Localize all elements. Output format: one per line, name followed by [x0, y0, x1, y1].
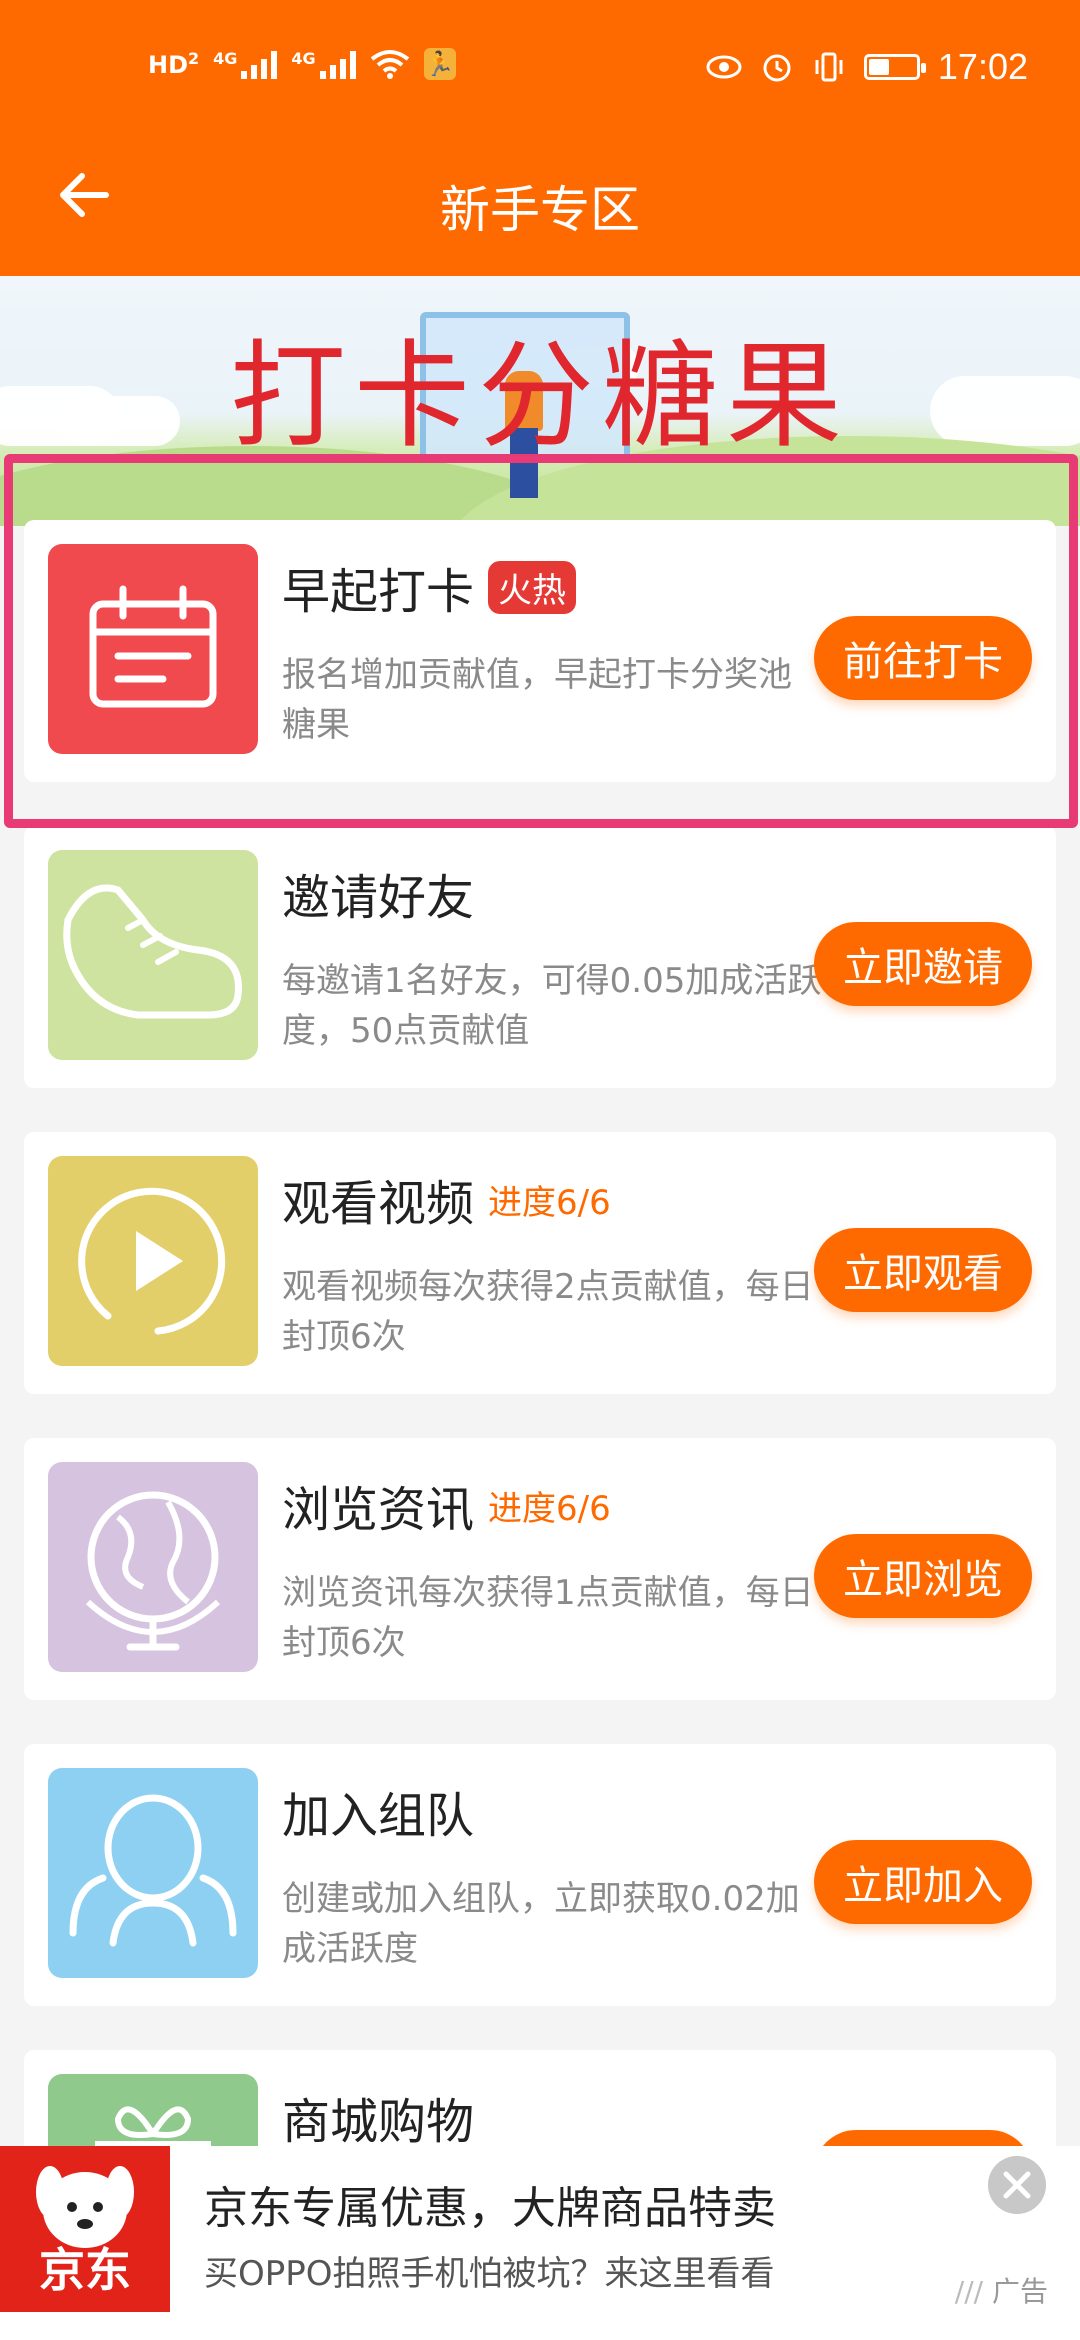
banner: 打卡分糖果: [0, 276, 1080, 526]
join-button[interactable]: 立即加入: [814, 1840, 1032, 1924]
task-title-row: 商城购物: [282, 2082, 474, 2152]
play-circle-icon: [48, 1156, 258, 1366]
task-description: 观看视频每次获得2点贡献值，每日封顶6次: [282, 1267, 814, 1357]
task-title-row: 加入组队: [282, 1776, 474, 1846]
calendar-icon: [48, 544, 258, 754]
status-left: HD2 4G 4G 🏃: [148, 48, 456, 80]
hot-badge: 火热: [488, 560, 577, 614]
task-title: 邀请好友: [282, 870, 475, 926]
alarm-icon: [763, 54, 791, 82]
status-bar: HD2 4G 4G 🏃 17:02: [0, 40, 1080, 92]
status-right: 17:02: [706, 46, 1028, 88]
close-icon[interactable]: [988, 2156, 1046, 2214]
team-icon: [48, 1768, 258, 1978]
watch-button[interactable]: 立即观看: [814, 1228, 1032, 1312]
hd-indicator: HD2: [148, 49, 200, 79]
task-description: 报名增加贡献值，早起打卡分奖池糖果: [282, 655, 792, 745]
invite-button[interactable]: 立即邀请: [814, 922, 1032, 1006]
ad-banner[interactable]: 京东 京东专属优惠，大牌商品特卖 买OPPO拍照手机怕被坑？来这里看看 /// …: [0, 2146, 1080, 2340]
task-title: 加入组队: [282, 1788, 475, 1844]
task-title: 浏览资讯: [282, 1482, 475, 1538]
task-card-checkin: 早起打卡 火热 报名增加贡献值，早起打卡分奖池糖果 前往打卡: [24, 520, 1056, 782]
task-title-row: 浏览资讯 进度6/6: [282, 1470, 611, 1540]
browse-button[interactable]: 立即浏览: [814, 1534, 1032, 1618]
sneaker-icon: [48, 850, 258, 1060]
battery-icon: [863, 54, 926, 80]
ad-mark-icon: ///: [954, 2275, 984, 2308]
top-header: HD2 4G 4G 🏃 17:02 新手专区: [0, 0, 1080, 276]
task-card-invite: 邀请好友 每邀请1名好友，可得0.05加成活跃度，50点贡献值 立即邀请: [24, 826, 1056, 1088]
status-time: 17:02: [937, 46, 1028, 87]
task-title: 商城购物: [282, 2094, 475, 2150]
checkin-button[interactable]: 前往打卡: [814, 616, 1032, 700]
task-card-news: 浏览资讯 进度6/6 浏览资讯每次获得1点贡献值，每日封顶6次 立即浏览: [24, 1438, 1056, 1700]
task-title: 观看视频: [282, 1176, 475, 1232]
ad-subtitle[interactable]: 买OPPO拍照手机怕被坑？来这里看看: [204, 2246, 775, 2295]
jd-logo: 京东: [0, 2146, 170, 2312]
nav-bar: 新手专区: [0, 130, 1080, 260]
banner-title: 打卡分糖果: [230, 329, 850, 464]
ad-title[interactable]: 京东专属优惠，大牌商品特卖: [204, 2172, 776, 2236]
task-title-row: 观看视频 进度6/6: [282, 1164, 611, 1234]
ad-label: /// 广告: [954, 2275, 1048, 2308]
page-title: 新手专区: [440, 181, 640, 239]
signal-2-icon: 4G: [291, 49, 356, 79]
progress-label: 进度6/6: [488, 1182, 611, 1223]
ad-logo-text: 京东: [39, 2243, 131, 2297]
globe-icon: [48, 1462, 258, 1672]
vibrate-icon: [815, 52, 843, 82]
task-title-row: 邀请好友: [282, 858, 474, 928]
task-title-row: 早起打卡 火热: [282, 552, 577, 622]
progress-label: 进度6/6: [488, 1488, 611, 1529]
running-app-icon: 🏃: [423, 48, 456, 80]
task-card-video: 观看视频 进度6/6 观看视频每次获得2点贡献值，每日封顶6次 立即观看: [24, 1132, 1056, 1394]
signal-1-icon: 4G: [213, 49, 278, 79]
task-description: 每邀请1名好友，可得0.05加成活跃度，50点贡献值: [282, 961, 822, 1051]
task-description: 浏览资讯每次获得1点贡献值，每日封顶6次: [282, 1573, 814, 1663]
eye-icon: [706, 55, 742, 79]
task-description: 创建或加入组队，立即获取0.02加成活跃度: [282, 1879, 800, 1969]
task-card-team: 加入组队 创建或加入组队，立即获取0.02加成活跃度 立即加入: [24, 1744, 1056, 2006]
task-title: 早起打卡: [282, 564, 475, 620]
wifi-icon: [370, 50, 409, 79]
